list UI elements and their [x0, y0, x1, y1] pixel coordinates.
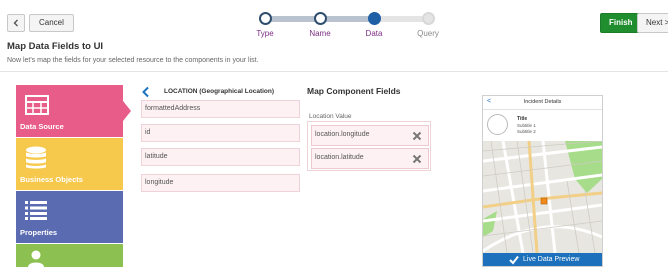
field-formatted-address[interactable]: formattedAddress: [141, 100, 300, 118]
selection-pointer-icon: [123, 101, 131, 121]
database-icon: [26, 146, 46, 169]
field-longitude[interactable]: longitude: [141, 174, 300, 192]
mapped-value-row[interactable]: location.latitude: [311, 148, 429, 169]
header-divider: [0, 71, 668, 72]
palette-label-properties: Properties: [20, 228, 58, 237]
train-label-data[interactable]: Data: [344, 29, 404, 38]
train-stop-name[interactable]: [314, 12, 327, 25]
finish-button[interactable]: Finish: [600, 13, 642, 33]
map-component-fields-title: Map Component Fields: [307, 86, 401, 96]
palette-item-properties[interactable]: Properties: [16, 191, 123, 243]
train-stop-query: [422, 12, 435, 25]
top-toolbar: Cancel Type Name Data Query Finish Next …: [0, 0, 668, 40]
palette-item-fourth[interactable]: [16, 244, 123, 267]
live-data-preview-label: Live Data Preview: [523, 256, 580, 263]
page-title: Map Data Fields to UI: [7, 41, 104, 52]
chevron-left-icon[interactable]: [141, 86, 151, 98]
close-icon[interactable]: [412, 154, 422, 164]
train-stop-data[interactable]: [368, 12, 381, 25]
field-id[interactable]: id: [141, 124, 300, 142]
check-icon: [509, 255, 519, 265]
next-button[interactable]: Next >: [637, 13, 668, 33]
preview-item-subtitle-2: Subtitle 2: [517, 129, 536, 134]
palette-label-data-source: Data Source: [20, 122, 64, 131]
close-icon[interactable]: [412, 131, 422, 141]
mapped-value-row[interactable]: location.longitude: [311, 125, 429, 146]
train-stop-type[interactable]: [259, 12, 272, 25]
preview-panel: < Incident Details Title Subtitle 1 Subt…: [482, 95, 603, 267]
train-label-type[interactable]: Type: [235, 29, 295, 38]
preview-title: Incident Details: [523, 99, 562, 105]
train-label-query: Query: [417, 29, 439, 38]
live-data-preview-button[interactable]: Live Data Preview: [483, 253, 602, 266]
palette-label-business-objects: Business Objects: [20, 175, 83, 184]
user-icon: [28, 250, 44, 267]
table-icon: [25, 95, 49, 115]
mapped-value-text: location.latitude: [315, 154, 364, 161]
preview-header: < Incident Details: [483, 96, 602, 110]
avatar: [487, 114, 508, 135]
palette-item-data-source[interactable]: Data Source: [16, 85, 131, 137]
preview-item-subtitle-1: Subtitle 1: [517, 123, 536, 128]
location-value-dropzone[interactable]: location.longitude location.latitude: [307, 121, 431, 171]
page-subtitle: Now let's map the fields for your select…: [7, 57, 259, 64]
train-label-name[interactable]: Name: [290, 29, 350, 38]
chevron-left-icon: [13, 19, 18, 27]
wizard-train: Type Name Data Query: [245, 6, 465, 40]
cancel-button[interactable]: Cancel: [29, 14, 74, 32]
mapped-value-text: location.longitude: [315, 131, 370, 138]
list-icon: [25, 201, 47, 220]
location-value-label: Location Value: [309, 113, 352, 120]
field-latitude[interactable]: latitude: [141, 148, 300, 166]
back-button[interactable]: [7, 14, 25, 32]
location-header: LOCATION (Geographical Location): [141, 86, 301, 100]
location-title: LOCATION (Geographical Location): [164, 88, 275, 95]
palette-item-business-objects[interactable]: Business Objects: [16, 138, 123, 190]
map-image: [483, 141, 602, 253]
preview-item-title: Title: [517, 116, 528, 122]
